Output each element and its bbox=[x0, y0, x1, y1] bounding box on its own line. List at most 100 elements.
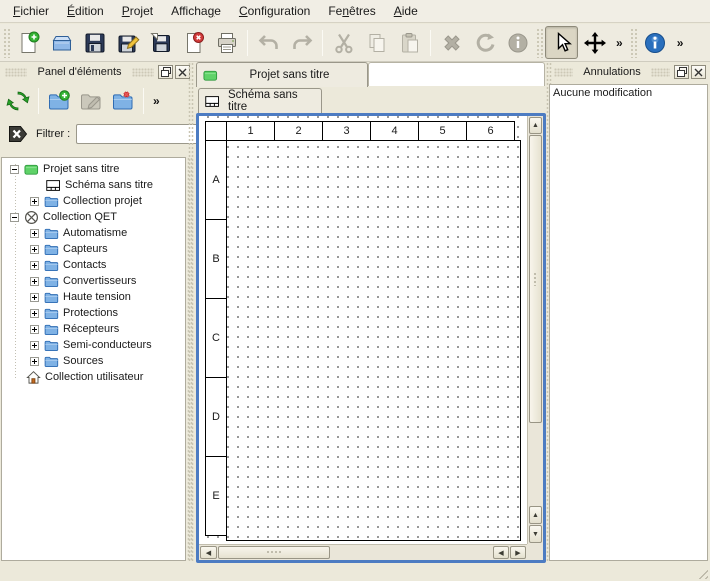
reload-collections-button[interactable] bbox=[2, 85, 34, 117]
elements-panel-titlebar[interactable]: Panel d'éléments bbox=[0, 62, 193, 82]
save-as-button[interactable] bbox=[111, 26, 144, 59]
tree-item-protections[interactable]: Protections bbox=[2, 305, 185, 321]
delete-category-button[interactable] bbox=[107, 85, 139, 117]
toolbar-overflow-button[interactable]: » bbox=[672, 36, 689, 50]
redo-icon bbox=[290, 31, 314, 55]
save-all-button[interactable] bbox=[144, 26, 177, 59]
undo-item[interactable]: Aucune modification bbox=[550, 85, 707, 101]
filter-label: Filtrer : bbox=[36, 128, 70, 140]
frame-corner-cell bbox=[205, 121, 227, 141]
tree-item-automatisme[interactable]: Automatisme bbox=[2, 225, 185, 241]
tree-item-label: Collection utilisateur bbox=[41, 371, 147, 383]
clear-filter-button[interactable] bbox=[6, 124, 30, 144]
expand-icon[interactable] bbox=[30, 293, 39, 302]
scroll-right-button[interactable]: ▶ bbox=[510, 546, 526, 559]
expand-icon[interactable] bbox=[30, 309, 39, 318]
dock-close-button[interactable] bbox=[691, 65, 706, 79]
selection-mode-button[interactable] bbox=[545, 26, 578, 59]
menu-fichier[interactable]: Fichier bbox=[4, 1, 58, 21]
about-button[interactable] bbox=[639, 26, 672, 59]
toolbar-overflow-button[interactable]: » bbox=[611, 36, 628, 50]
expand-icon[interactable] bbox=[30, 357, 39, 366]
collapse-icon[interactable] bbox=[10, 213, 19, 222]
row-header-c: C bbox=[205, 298, 227, 378]
dock-grip-texture bbox=[554, 68, 573, 77]
print-button[interactable] bbox=[210, 26, 243, 59]
main-toolbar: »» bbox=[0, 24, 710, 62]
save-button[interactable] bbox=[78, 26, 111, 59]
diagram-canvas[interactable]: 123456 ABCDE bbox=[199, 116, 527, 544]
menu-configuration[interactable]: Configuration bbox=[230, 1, 319, 21]
column-header-5: 5 bbox=[418, 121, 467, 141]
print-icon bbox=[215, 31, 239, 55]
tree-item-collection-utilisateur[interactable]: Collection utilisateur bbox=[2, 369, 185, 385]
refresh-icon bbox=[6, 89, 30, 113]
expand-icon[interactable] bbox=[30, 341, 39, 350]
open-document-button[interactable] bbox=[45, 26, 78, 59]
expand-icon[interactable] bbox=[30, 261, 39, 270]
dock-float-button[interactable] bbox=[158, 65, 173, 79]
rotate-button bbox=[468, 26, 501, 59]
toolbar-handle[interactable] bbox=[3, 28, 10, 58]
toolbar-handle[interactable] bbox=[536, 28, 543, 58]
dock-float-button[interactable] bbox=[674, 65, 689, 79]
menu-affichage[interactable]: Affichage bbox=[162, 1, 230, 21]
tree-item-capteurs[interactable]: Capteurs bbox=[2, 241, 185, 257]
new-category-button[interactable] bbox=[43, 85, 75, 117]
tree-item-convertisseurs[interactable]: Convertisseurs bbox=[2, 273, 185, 289]
tree-item-label: Schéma sans titre bbox=[61, 179, 157, 191]
menu-edition[interactable]: Édition bbox=[58, 1, 113, 21]
tree-item-schema-sans-titre[interactable]: Schéma sans titre bbox=[2, 177, 185, 193]
expand-icon[interactable] bbox=[30, 325, 39, 334]
undo-dock-titlebar[interactable]: Annulations bbox=[549, 62, 709, 82]
toolbar-handle[interactable] bbox=[630, 28, 637, 58]
tree-item-label: Capteurs bbox=[59, 243, 112, 255]
tree-item-recepteurs[interactable]: Récepteurs bbox=[2, 321, 185, 337]
folder-delete-icon bbox=[111, 89, 135, 113]
elements-tree: Projet sans titre Schéma sans titre Collec… bbox=[1, 157, 186, 561]
undo-history-list[interactable]: Aucune modification bbox=[549, 84, 708, 561]
pan-mode-button[interactable] bbox=[578, 26, 611, 59]
tree-item-collection-qet[interactable]: Collection QET bbox=[2, 209, 185, 225]
folder-icon bbox=[44, 338, 59, 353]
tab-schema[interactable]: Schéma sans titre bbox=[198, 88, 322, 113]
tree-item-projet-sans-titre[interactable]: Projet sans titre bbox=[2, 161, 185, 177]
save-icon bbox=[83, 31, 107, 55]
expand-icon[interactable] bbox=[30, 229, 39, 238]
horizontal-scrollbar[interactable]: ◀ ◀ ▶ bbox=[199, 544, 527, 560]
copy-button bbox=[360, 26, 393, 59]
expand-icon[interactable] bbox=[30, 197, 39, 206]
toolbar-overflow-button[interactable]: » bbox=[148, 94, 165, 108]
menu-projet[interactable]: Projet bbox=[113, 1, 162, 21]
scroll-down-button[interactable]: ▼ bbox=[529, 525, 542, 543]
tree-item-haute-tension[interactable]: Haute tension bbox=[2, 289, 185, 305]
vertical-scroll-thumb[interactable] bbox=[529, 135, 542, 423]
scroll-up-button-2[interactable]: ▲ bbox=[529, 506, 542, 524]
tree-item-collection-projet[interactable]: Collection projet bbox=[2, 193, 185, 209]
scroll-left-button-2[interactable]: ◀ bbox=[493, 546, 509, 559]
undo-icon bbox=[257, 31, 281, 55]
expand-icon[interactable] bbox=[30, 277, 39, 286]
expand-icon[interactable] bbox=[30, 245, 39, 254]
tree-item-contacts[interactable]: Contacts bbox=[2, 257, 185, 273]
filter-row: Filtrer : bbox=[0, 120, 193, 148]
left-splitter[interactable] bbox=[188, 62, 194, 563]
resize-grip[interactable] bbox=[695, 566, 708, 579]
tree-item-semi-conducteurs[interactable]: Semi-conducteurs bbox=[2, 337, 185, 353]
new-document-button[interactable] bbox=[12, 26, 45, 59]
scroll-up-button[interactable]: ▲ bbox=[529, 117, 542, 134]
collapse-icon[interactable] bbox=[10, 165, 19, 174]
close-document-button[interactable] bbox=[177, 26, 210, 59]
menu-fenetres[interactable]: Fenêtres bbox=[319, 1, 384, 21]
tree-item-label: Récepteurs bbox=[59, 323, 123, 335]
tab-project[interactable]: Projet sans titre bbox=[196, 62, 368, 87]
folder-icon bbox=[44, 306, 59, 321]
horizontal-scroll-thumb[interactable] bbox=[218, 546, 330, 559]
vertical-scrollbar[interactable]: ▲ ▲ ▼ bbox=[527, 116, 543, 544]
tree-item-sources[interactable]: Sources bbox=[2, 353, 185, 369]
tree-item-label: Semi-conducteurs bbox=[59, 339, 156, 351]
menu-aide[interactable]: Aide bbox=[385, 1, 427, 21]
diagram-view[interactable]: 123456 ABCDE ▲ ▲ ▼ ◀ ◀ ▶ bbox=[196, 113, 546, 563]
close-icon bbox=[178, 68, 187, 77]
scroll-left-button[interactable]: ◀ bbox=[200, 546, 217, 559]
